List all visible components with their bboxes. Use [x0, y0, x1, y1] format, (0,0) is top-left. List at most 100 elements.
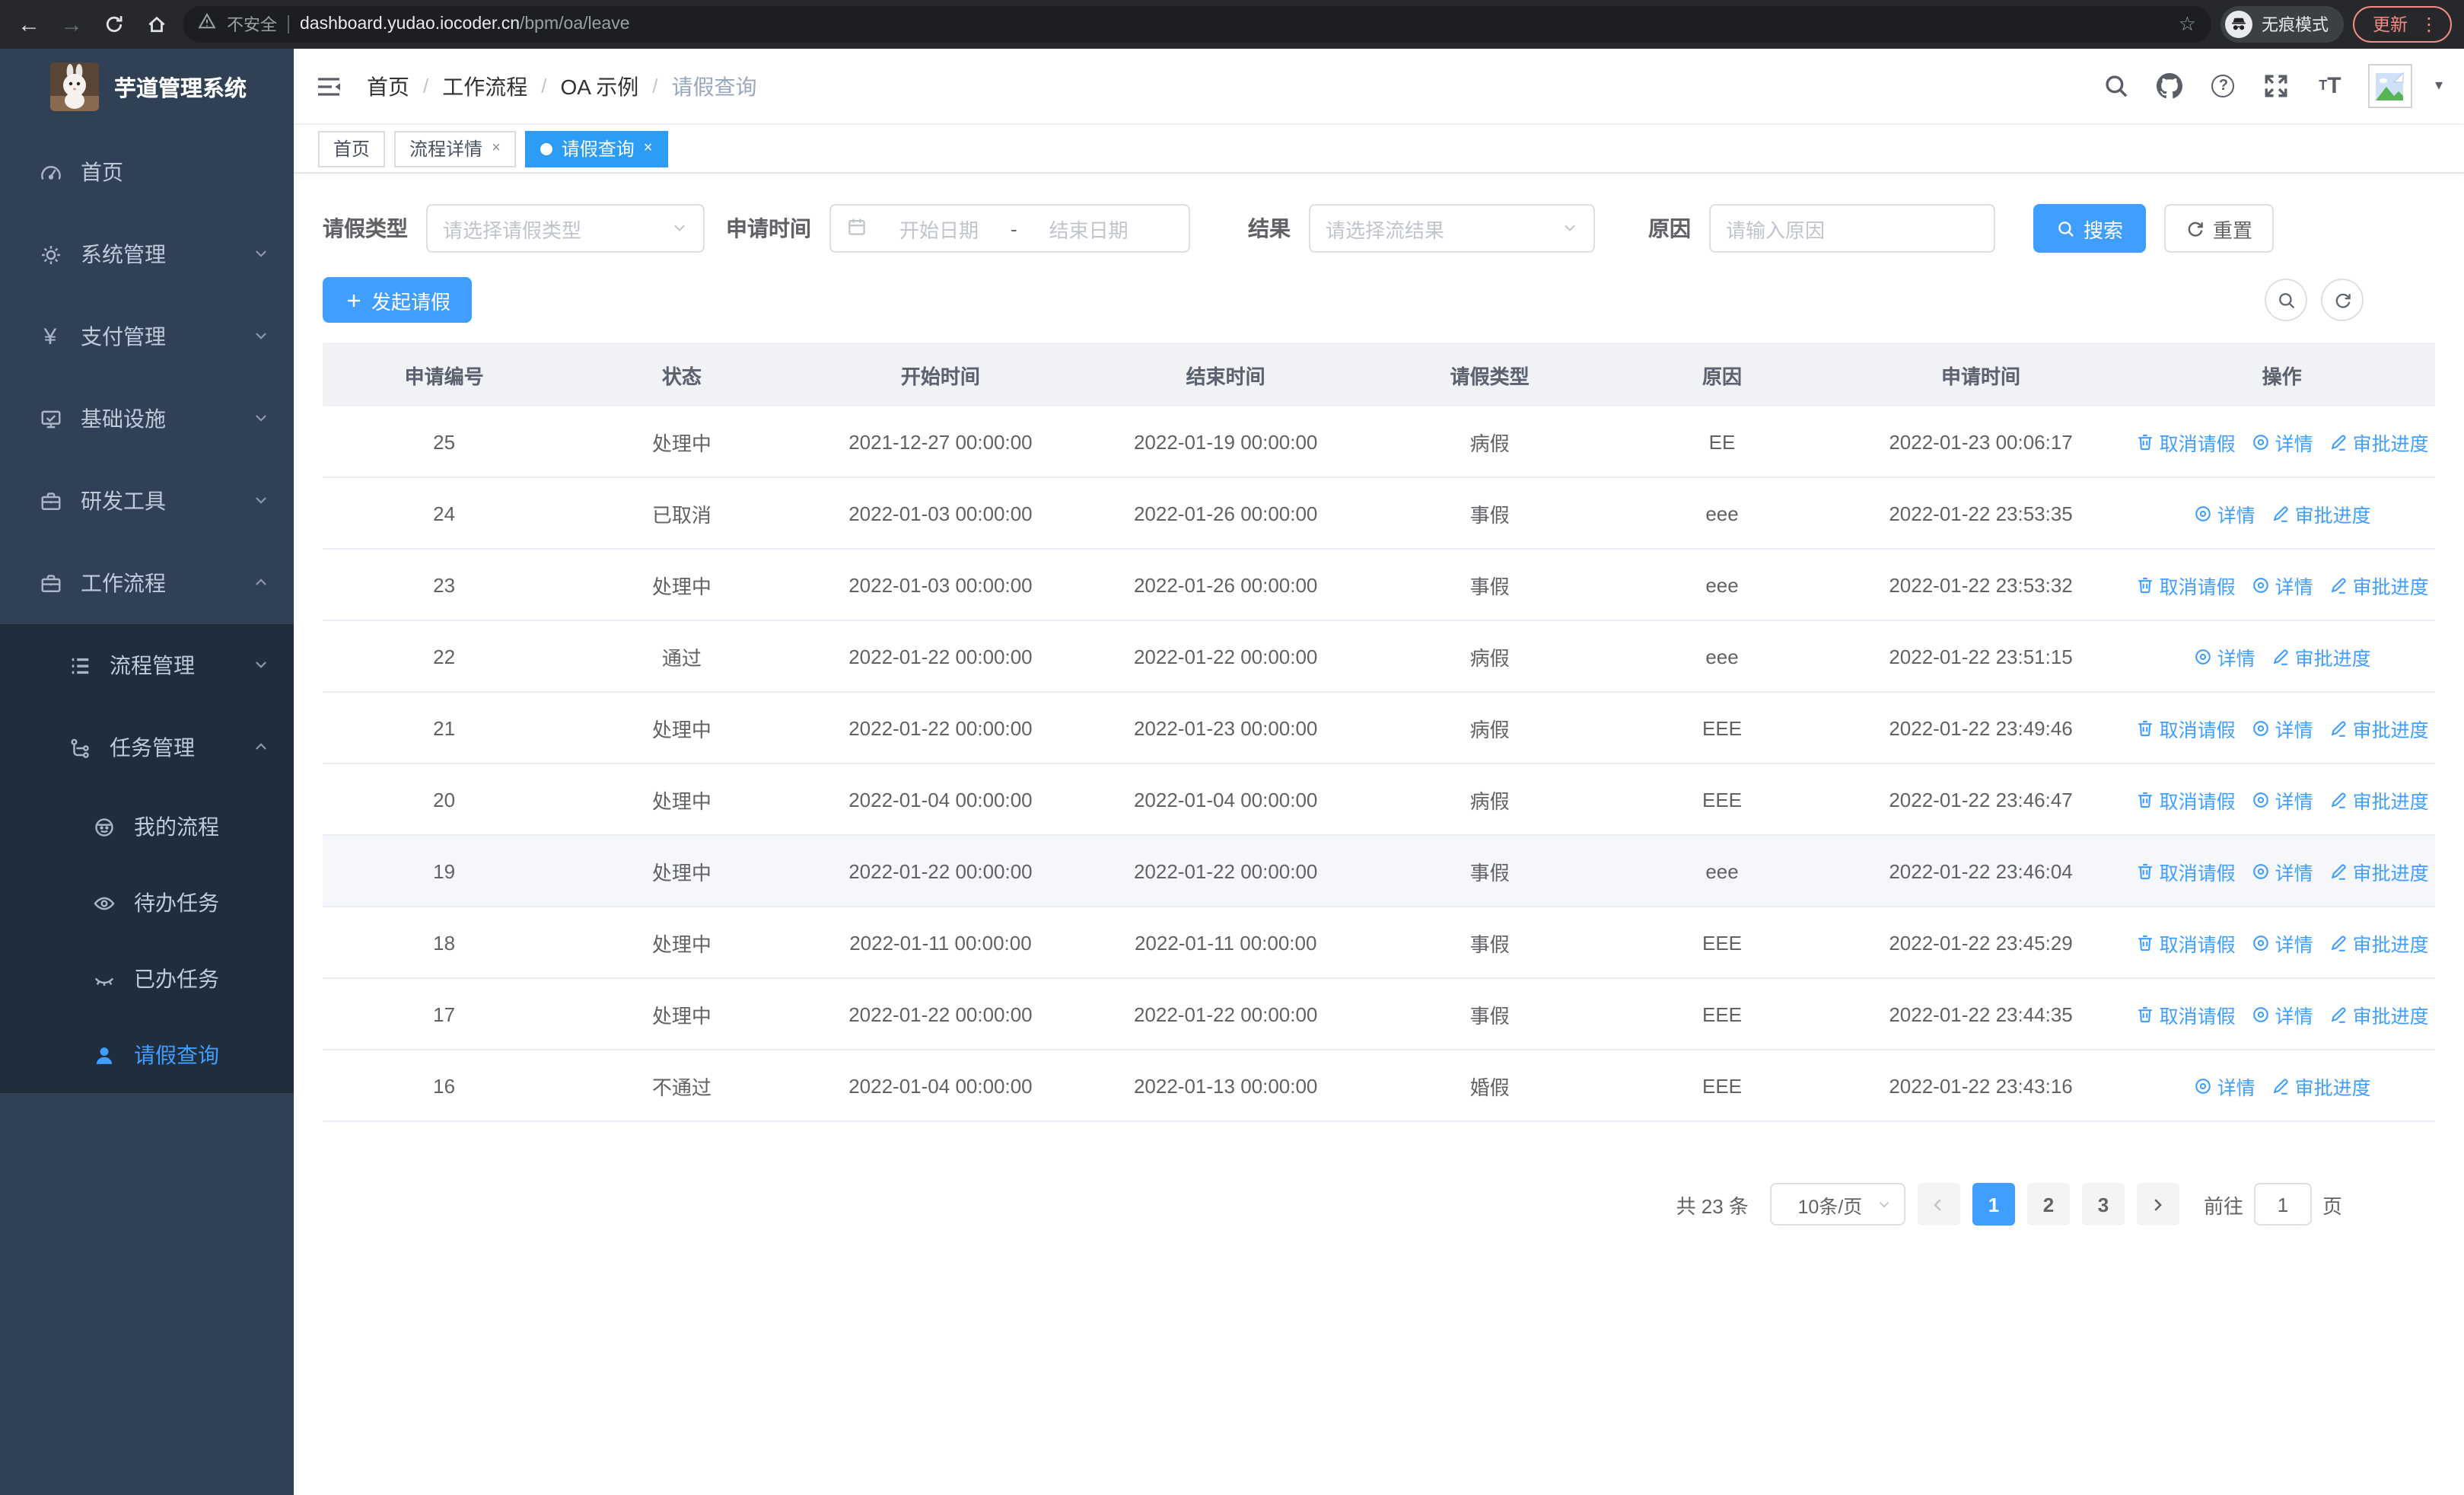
sidebar-collapse-icon[interactable]	[312, 69, 345, 103]
progress-action-link[interactable]: 审批进度	[2329, 570, 2429, 599]
bookmark-star-icon[interactable]: ☆	[2179, 12, 2196, 37]
forward-icon[interactable]: →	[55, 8, 88, 41]
reset-button[interactable]: 重置	[2164, 204, 2275, 253]
start-date-input[interactable]: 开始日期	[880, 214, 998, 243]
sidebar-item-infra[interactable]: 基础设施	[0, 378, 294, 460]
cell-id: 25	[433, 430, 456, 453]
cell-type: 病假	[1469, 718, 1510, 741]
cell-applied: 2022-01-22 23:44:35	[1889, 1003, 2073, 1025]
reload-icon[interactable]	[97, 8, 131, 41]
search-button[interactable]: 搜索	[2033, 204, 2147, 253]
progress-action-link[interactable]: 审批进度	[2329, 999, 2429, 1028]
sidebar-item-pay[interactable]: ¥ 支付管理	[0, 295, 294, 378]
page-button-2[interactable]: 2	[2026, 1183, 2070, 1226]
back-icon[interactable]: ←	[12, 8, 46, 41]
table-header-row: 申请编号 状态 开始时间 结束时间 请假类型 原因 申请时间 操作	[323, 343, 2435, 406]
tab-请假查询[interactable]: 请假查询 ×	[524, 130, 668, 167]
page-button-3[interactable]: 3	[2081, 1183, 2125, 1226]
fullscreen-icon[interactable]	[2262, 71, 2292, 101]
detail-action-link[interactable]: 详情	[2193, 499, 2255, 528]
progress-action-link[interactable]: 审批进度	[2271, 1071, 2371, 1100]
detail-action-link[interactable]: 详情	[2251, 427, 2313, 456]
cancel-action-link[interactable]: 取消请假	[2135, 999, 2236, 1028]
sidebar-item-system[interactable]: 系统管理	[0, 213, 294, 295]
sidebar-item-task[interactable]: 任务管理	[0, 706, 294, 789]
update-button[interactable]: 更新 ⋮	[2353, 6, 2452, 43]
cell-reason: eee	[1705, 573, 1739, 596]
progress-action-link[interactable]: 审批进度	[2271, 499, 2371, 528]
sidebar-item-devtool[interactable]: 研发工具	[0, 460, 294, 542]
progress-action-link[interactable]: 审批进度	[2329, 928, 2429, 957]
cancel-action-link[interactable]: 取消请假	[2135, 427, 2236, 456]
toggle-search-button[interactable]	[2265, 279, 2307, 321]
detail-action-link[interactable]: 详情	[2193, 642, 2255, 671]
action-label: 取消请假	[2159, 791, 2236, 812]
sidebar-item-leave[interactable]: 请假查询	[0, 1017, 294, 1093]
avatar-caret-icon[interactable]: ▾	[2435, 78, 2443, 94]
progress-action-link[interactable]: 审批进度	[2329, 427, 2429, 456]
tab-首页[interactable]: 首页	[318, 130, 386, 167]
breadcrumb-item[interactable]: 首页	[367, 71, 409, 101]
action-label: 审批进度	[2352, 1006, 2429, 1027]
cancel-action-link[interactable]: 取消请假	[2135, 928, 2236, 957]
sidebar-item-my-process[interactable]: 我的流程	[0, 789, 294, 865]
sidebar-item-done-task[interactable]: 已办任务	[0, 941, 294, 1017]
leave-type-select[interactable]: 请选择请假类型	[426, 204, 705, 253]
create-leave-button[interactable]: 发起请假	[323, 277, 473, 323]
apply-time-range-picker[interactable]: 开始日期 - 结束日期	[829, 204, 1190, 253]
sidebar-item-process[interactable]: 流程管理	[0, 624, 294, 706]
logo-image	[50, 62, 99, 111]
progress-action-link[interactable]: 审批进度	[2329, 785, 2429, 814]
progress-action-link[interactable]: 审批进度	[2271, 642, 2371, 671]
page-size-select[interactable]: 10条/页	[1769, 1183, 1905, 1226]
close-icon[interactable]: ×	[492, 140, 501, 157]
cell-actions: 取消请假 详情 审批进度	[2128, 570, 2435, 599]
chevron-up-icon	[253, 735, 269, 760]
progress-action-link[interactable]: 审批进度	[2329, 856, 2429, 885]
tab-流程详情[interactable]: 流程详情 ×	[394, 130, 516, 167]
home-icon[interactable]	[140, 8, 173, 41]
detail-action-link[interactable]: 详情	[2251, 570, 2313, 599]
address-bar[interactable]: 不安全 dashboard.yudao.iocoder.cn/bpm/oa/le…	[183, 6, 2211, 43]
trash-icon	[2135, 1004, 2155, 1024]
close-icon[interactable]: ×	[644, 140, 653, 157]
result-select[interactable]: 请选择流结果	[1309, 204, 1595, 253]
refresh-table-button[interactable]	[2321, 279, 2364, 321]
detail-action-link[interactable]: 详情	[2251, 785, 2313, 814]
sidebar-item-workflow[interactable]: 工作流程	[0, 542, 294, 624]
breadcrumb-item[interactable]: OA 示例	[561, 71, 639, 101]
cell-start: 2022-01-22 00:00:00	[848, 1003, 1033, 1025]
end-date-input[interactable]: 结束日期	[1030, 214, 1148, 243]
detail-action-link[interactable]: 详情	[2251, 856, 2313, 885]
avatar[interactable]	[2367, 64, 2412, 108]
leave-type-label: 请假类型	[323, 216, 408, 241]
chevron-down-icon	[1561, 217, 1578, 240]
cancel-action-link[interactable]: 取消请假	[2135, 713, 2236, 742]
tags-view-bar: 首页 流程详情 × 请假查询 ×	[294, 125, 2464, 174]
table-row: 18 处理中 2022-01-11 00:00:00 2022-01-11 00:00…	[323, 907, 2435, 979]
app-title: 芋道管理系统	[114, 77, 247, 101]
progress-action-link[interactable]: 审批进度	[2329, 713, 2429, 742]
sidebar-item-todo-task[interactable]: 待办任务	[0, 865, 294, 941]
goto-page-input[interactable]	[2253, 1183, 2312, 1226]
reason-input[interactable]: 请输入原因	[1709, 204, 1995, 253]
github-icon[interactable]	[2155, 71, 2185, 101]
sidebar-item-home[interactable]: 首页	[0, 131, 294, 213]
help-icon[interactable]: ?	[2208, 71, 2239, 101]
browser-menu-icon[interactable]: ⋮	[2420, 14, 2438, 35]
search-icon[interactable]	[2102, 71, 2132, 101]
breadcrumb-item[interactable]: 工作流程	[442, 71, 527, 101]
font-size-icon[interactable]: TT	[2315, 71, 2345, 101]
page-button-1[interactable]: 1	[1972, 1183, 2015, 1226]
chevron-down-icon	[253, 653, 269, 677]
cancel-action-link[interactable]: 取消请假	[2135, 785, 2236, 814]
next-page-button[interactable]	[2136, 1183, 2179, 1226]
edit-icon	[2329, 932, 2348, 952]
detail-action-link[interactable]: 详情	[2251, 928, 2313, 957]
prev-page-button[interactable]	[1917, 1183, 1960, 1226]
detail-action-link[interactable]: 详情	[2193, 1071, 2255, 1100]
detail-action-link[interactable]: 详情	[2251, 713, 2313, 742]
cancel-action-link[interactable]: 取消请假	[2135, 856, 2236, 885]
cancel-action-link[interactable]: 取消请假	[2135, 570, 2236, 599]
detail-action-link[interactable]: 详情	[2251, 999, 2313, 1028]
